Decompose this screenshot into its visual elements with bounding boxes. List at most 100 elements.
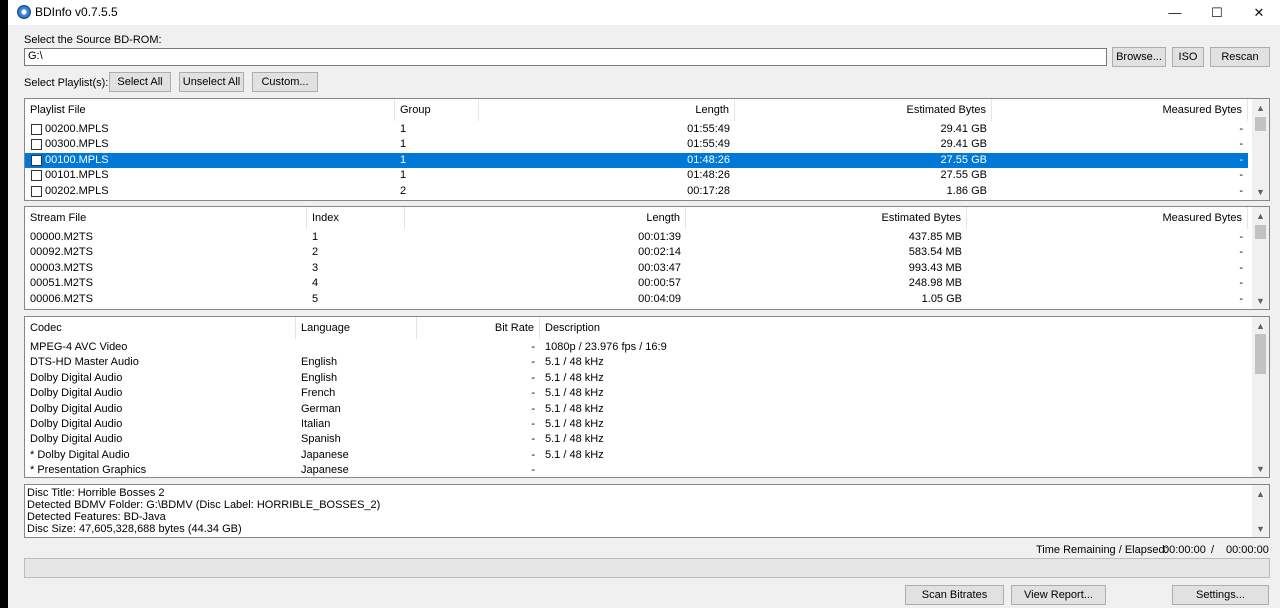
playlist-row[interactable]: 00101.MPLS 1 01:48:26 27.55 GB - <box>25 168 1248 183</box>
col-codec[interactable]: Codec <box>25 317 296 339</box>
scroll-up-icon[interactable]: ▲ <box>1252 207 1269 224</box>
disc-icon <box>17 5 31 19</box>
playlist-length: 01:55:49 <box>687 123 730 135</box>
codec-bitrate: - <box>531 356 535 369</box>
disc-info-textbox[interactable]: Disc Title: Horrible Bosses 2 Detected B… <box>24 484 1270 538</box>
time-remaining-label: Time Remaining / Elapsed: <box>1036 544 1168 556</box>
scan-bitrates-button[interactable]: Scan Bitrates <box>905 585 1004 605</box>
codec-row[interactable]: Dolby Digital Audio German - 5.1 / 48 kH… <box>25 402 1248 417</box>
minimize-button[interactable]: — <box>1154 0 1196 25</box>
col-estimated-bytes[interactable]: Estimated Bytes <box>735 99 992 121</box>
codec-row[interactable]: MPEG-4 AVC Video - 1080p / 23.976 fps / … <box>25 340 1248 355</box>
scroll-down-icon[interactable]: ▼ <box>1252 520 1269 537</box>
view-report-button[interactable]: View Report... <box>1011 585 1106 605</box>
stream-header: Stream File Index Length Estimated Bytes… <box>25 207 1269 229</box>
col-group[interactable]: Group <box>395 99 479 121</box>
stream-measured: - <box>1239 246 1243 259</box>
unselect-all-button[interactable]: Unselect All <box>179 72 244 92</box>
codec-name: Dolby Digital Audio <box>30 371 123 384</box>
col-measured-bytes[interactable]: Measured Bytes <box>992 99 1248 121</box>
stream-row[interactable]: 00092.M2TS 2 00:02:14 583.54 MB - <box>25 245 1248 260</box>
stream-measured: - <box>1239 277 1243 290</box>
stream-scrollbar[interactable]: ▲ ▼ <box>1252 207 1269 309</box>
col-stream-file[interactable]: Stream File <box>25 207 307 229</box>
codec-row[interactable]: Dolby Digital Audio French - 5.1 / 48 kH… <box>25 386 1248 401</box>
codec-row[interactable]: Dolby Digital Audio Spanish - 5.1 / 48 k… <box>25 432 1248 447</box>
playlist-group: 1 <box>400 138 407 151</box>
bdinfo-window: BDInfo v0.7.5.5 — ☐ ✕ Select the Source … <box>8 0 1280 608</box>
stream-list[interactable]: Stream File Index Length Estimated Bytes… <box>24 206 1270 310</box>
select-all-button[interactable]: Select All <box>109 72 171 92</box>
codec-description <box>540 463 1240 477</box>
playlist-file: 00202.MPLS <box>45 184 109 197</box>
codec-scrollbar[interactable]: ▲ ▼ <box>1252 317 1269 477</box>
stream-index: 1 <box>312 231 319 243</box>
codec-name: DTS-HD Master Audio <box>30 356 139 369</box>
col-bit-rate[interactable]: Bit Rate <box>417 317 540 339</box>
stream-row[interactable]: 00003.M2TS 3 00:03:47 993.43 MB - <box>25 261 1248 276</box>
codec-bitrate: - <box>531 341 535 353</box>
codec-name: * Presentation Graphics <box>30 464 147 477</box>
col-description[interactable]: Description <box>540 317 1248 339</box>
codec-name: Dolby Digital Audio <box>30 418 123 430</box>
scroll-up-icon[interactable]: ▲ <box>1252 485 1269 502</box>
scroll-up-icon[interactable]: ▲ <box>1252 317 1269 334</box>
disc-info-scrollbar[interactable]: ▲ ▼ <box>1252 485 1269 537</box>
stream-row[interactable]: 00051.M2TS 4 00:00:57 248.98 MB - <box>25 276 1248 291</box>
scroll-thumb[interactable] <box>1255 117 1266 131</box>
col-language[interactable]: Language <box>296 317 417 339</box>
col-index[interactable]: Index <box>307 207 405 229</box>
scroll-down-icon[interactable]: ▼ <box>1252 292 1269 309</box>
col-length[interactable]: Length <box>479 99 735 121</box>
codec-description: 5.1 / 48 kHz <box>545 387 604 400</box>
playlist-group: 1 <box>400 153 407 166</box>
scroll-down-icon[interactable]: ▼ <box>1252 183 1269 200</box>
rescan-button[interactable]: Rescan <box>1210 47 1270 67</box>
playlist-estimated: 29.41 GB <box>940 138 987 151</box>
playlist-row[interactable]: 00300.MPLS 1 01:55:49 29.41 GB - <box>25 137 1248 152</box>
playlist-group: 1 <box>400 169 407 182</box>
close-button[interactable]: ✕ <box>1238 0 1280 25</box>
maximize-button[interactable]: ☐ <box>1196 0 1238 25</box>
stream-row[interactable]: 00000.M2TS 1 00:01:39 437.85 MB - <box>25 230 1248 245</box>
codec-row[interactable]: * Dolby Digital Audio Japanese - 5.1 / 4… <box>25 448 1248 463</box>
codec-bitrate: - <box>531 464 535 477</box>
time-separator: / <box>1211 544 1215 556</box>
iso-button[interactable]: ISO <box>1172 47 1204 67</box>
playlist-row-selected[interactable]: 00100.MPLS 1 01:48:26 27.55 GB - <box>25 152 1248 169</box>
stream-length: 00:02:14 <box>638 246 681 259</box>
col-estimated-bytes[interactable]: Estimated Bytes <box>686 207 967 229</box>
col-measured-bytes[interactable]: Measured Bytes <box>967 207 1248 229</box>
settings-button[interactable]: Settings... <box>1172 585 1269 605</box>
browse-button[interactable]: Browse... <box>1112 47 1166 67</box>
playlist-group: 1 <box>400 123 407 135</box>
playlist-list[interactable]: Playlist File Group Length Estimated Byt… <box>24 98 1270 201</box>
custom-button[interactable]: Custom... <box>252 72 318 92</box>
codec-row[interactable]: DTS-HD Master Audio English - 5.1 / 48 k… <box>25 355 1248 370</box>
codec-bitrate: - <box>531 433 535 446</box>
playlist-row[interactable]: 00200.MPLS 1 01:55:49 29.41 GB - <box>25 122 1248 137</box>
scroll-thumb[interactable] <box>1255 225 1266 239</box>
source-path-input[interactable]: G:\ <box>24 48 1107 66</box>
playlist-measured: - <box>1239 123 1243 135</box>
col-playlist-file[interactable]: Playlist File <box>25 99 395 121</box>
scroll-down-icon[interactable]: ▼ <box>1252 460 1269 477</box>
codec-description: 1080p / 23.976 fps / 16:9 <box>545 341 667 353</box>
col-length[interactable]: Length <box>405 207 686 229</box>
stream-file: 00000.M2TS <box>30 231 93 243</box>
codec-row[interactable]: * Presentation Graphics Japanese - <box>25 463 1248 477</box>
codec-list[interactable]: Codec Language Bit Rate Description MPEG… <box>24 316 1270 478</box>
stream-index: 2 <box>312 246 319 259</box>
codec-name: * Dolby Digital Audio <box>30 448 130 461</box>
scroll-thumb[interactable] <box>1255 334 1266 374</box>
codec-row[interactable]: Dolby Digital Audio Italian - 5.1 / 48 k… <box>25 417 1248 432</box>
codec-bitrate: - <box>531 387 535 400</box>
scroll-up-icon[interactable]: ▲ <box>1252 99 1269 116</box>
playlist-measured: - <box>1239 169 1243 182</box>
codec-row[interactable]: Dolby Digital Audio English - 5.1 / 48 k… <box>25 371 1248 386</box>
codec-bitrate: - <box>531 448 535 461</box>
playlist-row[interactable]: 00202.MPLS 2 00:17:28 1.86 GB - <box>25 184 1248 199</box>
playlist-measured: - <box>1239 184 1243 197</box>
stream-row[interactable]: 00006.M2TS 5 00:04:09 1.05 GB - <box>25 292 1248 307</box>
playlist-scrollbar[interactable]: ▲ ▼ <box>1252 99 1269 200</box>
